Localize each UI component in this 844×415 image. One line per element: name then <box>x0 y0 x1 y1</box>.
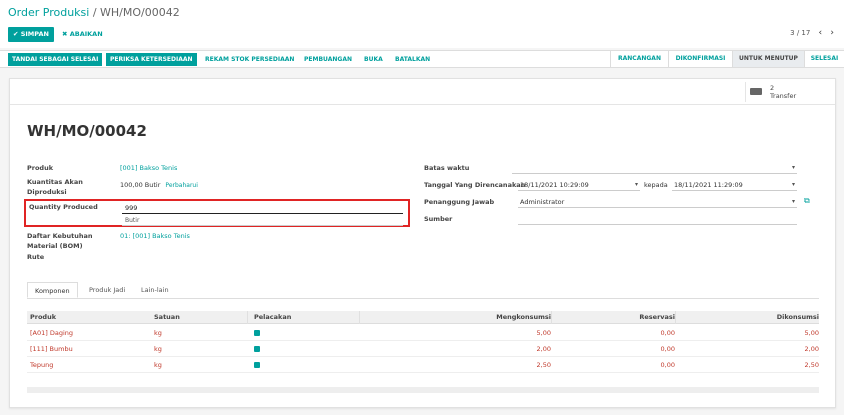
control-panel: Order Produksi / WH/MO/00042 ✔ SIMPAN ✖ … <box>0 0 844 48</box>
responsible-value: Administrator <box>520 198 565 206</box>
breadcrumb-separator: / <box>89 6 101 19</box>
planned-to-caret-icon: ▾ <box>791 181 795 188</box>
quantity-produced-unit: Butir <box>122 215 403 226</box>
row-consumed[interactable]: 2,00 <box>675 341 819 357</box>
row-consumed[interactable]: 5,00 <box>675 325 819 341</box>
row-product: [A01] Daging <box>30 329 74 337</box>
table-footer <box>27 387 819 393</box>
breadcrumb-parent[interactable]: Order Produksi <box>8 6 89 19</box>
mark-done-button[interactable]: TANDAI SEBAGAI SELESAI <box>8 53 103 66</box>
row-reserved: 0,00 <box>660 361 675 369</box>
unlock-button[interactable]: BUKA <box>364 53 383 66</box>
deadline-label: Batas waktu <box>424 164 470 172</box>
table-row[interactable]: [111] Bumbu kg 2,00 0,00 2,00 <box>27 341 819 357</box>
planned-to-value: 18/11/2021 11:29:09 <box>674 181 743 189</box>
quantity-produced-highlight: Quantity Produced 999 Butir <box>24 199 410 227</box>
stage-confirmed[interactable]: DIKONFIRMASI <box>668 51 732 67</box>
bom-value[interactable]: 01: [001] Bakso Tenis <box>120 231 190 241</box>
table-row[interactable]: [A01] Daging kg 5,00 0,00 5,00 <box>27 325 819 341</box>
planned-from-caret-icon: ▾ <box>634 181 638 188</box>
record-title: WH/MO/00042 <box>27 122 147 140</box>
qty-value: 100,00 Butir <box>120 181 161 189</box>
planned-to-label: kepada <box>644 181 668 189</box>
responsible-field[interactable]: Administrator ▾ <box>518 196 797 208</box>
external-link-icon[interactable]: ⧉ <box>804 196 810 206</box>
row-to-consume: 2,50 <box>536 361 551 369</box>
route-label: Rute <box>27 253 45 261</box>
qty-value-group: 100,00 Butir Perbaharui <box>120 180 198 191</box>
tab-finished-products[interactable]: Produk Jadi <box>89 282 125 298</box>
qty-label-line-2: Diproduksi <box>27 188 67 196</box>
table-row[interactable]: Tepung kg 2,50 0,00 2,50 <box>27 357 819 373</box>
planned-date-label: Tanggal Yang Direncanakan <box>424 181 526 189</box>
responsible-caret-icon: ▾ <box>791 198 795 205</box>
bom-label-line-1: Daftar Kebutuhan <box>27 232 93 240</box>
cancel-button[interactable]: BATALKAN <box>395 53 430 66</box>
check-availability-button[interactable]: PERIKSA KETERSEDIAAN <box>106 53 197 66</box>
row-consumed[interactable]: 2,50 <box>675 357 819 373</box>
breadcrumb-current: WH/MO/00042 <box>100 6 180 19</box>
row-uom: kg <box>154 329 162 337</box>
column-header-reserved[interactable]: Reservasi <box>551 311 675 324</box>
row-reserved: 0,00 <box>660 345 675 353</box>
tab-miscellaneous[interactable]: Lain-lain <box>141 282 169 298</box>
product-label: Produk <box>27 164 54 172</box>
table-header: Produk Satuan Pelacakan Mengkonsumsi Res… <box>27 311 819 324</box>
tab-components[interactable]: Komponen <box>27 282 78 298</box>
form-sheet: 2 Transfer WH/MO/00042 Produk [001] Baks… <box>9 78 836 408</box>
breadcrumb: Order Produksi / WH/MO/00042 <box>8 6 180 19</box>
statusbar: TANDAI SEBAGAI SELESAI PERIKSA KETERSEDI… <box>0 50 844 68</box>
column-header-uom[interactable]: Satuan <box>154 311 180 324</box>
quantity-produced-input[interactable]: 999 <box>122 202 403 214</box>
bom-label-line-2: Material (BOM) <box>27 242 83 250</box>
pager-value[interactable]: 3 / 17 <box>790 29 810 37</box>
tracking-checkbox-icon <box>254 330 260 336</box>
column-header-to-consume[interactable]: Mengkonsumsi <box>359 311 551 324</box>
tracking-checkbox-icon <box>254 362 260 368</box>
update-qty-link[interactable]: Perbaharui <box>165 182 197 189</box>
stock-moves-button[interactable]: REKAM STOK PERSEDIAAN <box>205 53 294 66</box>
qty-label-line-1: Kuantitas Akan <box>27 178 83 186</box>
discard-button[interactable]: ✖ ABAIKAN <box>62 27 103 42</box>
source-label: Sumber <box>424 215 453 223</box>
truck-icon <box>750 88 762 95</box>
pager: 3 / 17 ‹ › <box>790 28 834 38</box>
row-reserved: 0,00 <box>660 329 675 337</box>
planned-from-value: 18/11/2021 10:29:09 <box>520 181 589 189</box>
stage-draft[interactable]: RANCANGAN <box>610 51 668 67</box>
row-to-consume: 2,00 <box>536 345 551 353</box>
deadline-caret-icon: ▾ <box>791 164 795 171</box>
pager-prev-icon[interactable]: ‹ <box>819 28 823 38</box>
product-value[interactable]: [001] Bakso Tenis <box>120 163 177 173</box>
tracking-checkbox-icon <box>254 346 260 352</box>
row-uom: kg <box>154 345 162 353</box>
button-box: 2 Transfer <box>10 79 835 105</box>
stage-to-close[interactable]: UNTUK MENUTUP <box>732 51 804 67</box>
row-uom: kg <box>154 361 162 369</box>
transfer-count: 2 <box>770 84 775 92</box>
scrap-button[interactable]: PEMBUANGAN <box>304 53 352 66</box>
source-field[interactable] <box>518 213 797 225</box>
column-header-product[interactable]: Produk <box>30 311 56 324</box>
row-product: Tepung <box>30 361 54 369</box>
column-header-tracking[interactable]: Pelacakan <box>247 311 291 324</box>
pager-next-icon[interactable]: › <box>830 28 834 38</box>
transfer-smart-button[interactable]: 2 Transfer <box>745 82 817 102</box>
column-header-consumed[interactable]: Dikonsumsi <box>675 311 819 324</box>
stage-done[interactable]: SELESAI <box>804 51 844 67</box>
tabs-divider <box>27 298 819 299</box>
responsible-label: Penanggung Jawab <box>424 198 495 206</box>
row-to-consume: 5,00 <box>536 329 551 337</box>
planned-from-field[interactable]: 18/11/2021 10:29:09 ▾ <box>518 179 640 191</box>
row-product: [111] Bumbu <box>30 345 73 353</box>
deadline-field[interactable]: ▾ <box>512 162 797 174</box>
transfer-label: Transfer <box>770 92 797 100</box>
quantity-produced-label: Quantity Produced <box>29 203 98 211</box>
save-button[interactable]: ✔ SIMPAN <box>8 27 54 42</box>
planned-to-field[interactable]: 18/11/2021 11:29:09 ▾ <box>672 179 797 191</box>
